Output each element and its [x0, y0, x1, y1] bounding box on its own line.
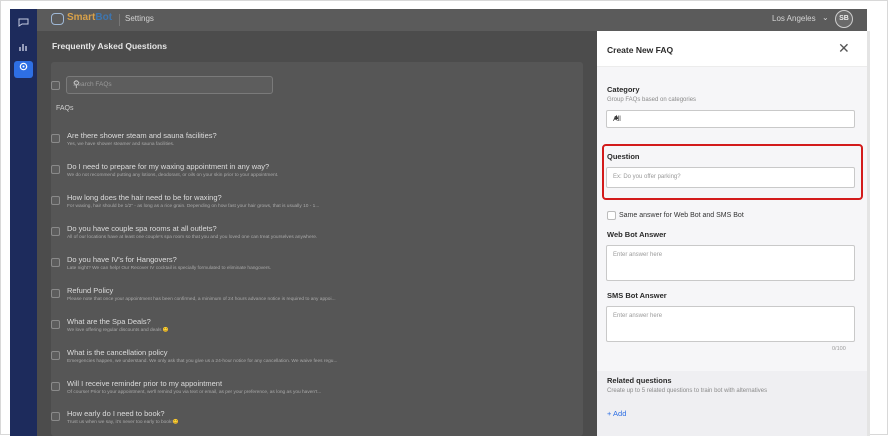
- faq-row[interactable]: How early do I need to book? Trust us wh…: [51, 405, 571, 436]
- faq-question: Are there shower steam and sauna facilit…: [67, 131, 217, 140]
- row-checkbox[interactable]: [51, 412, 60, 421]
- row-checkbox[interactable]: [51, 320, 60, 329]
- analytics-icon[interactable]: [16, 41, 31, 56]
- faq-answer: All of our locations have at least one c…: [67, 235, 318, 240]
- divider: [119, 14, 120, 26]
- panel-title: Create New FAQ: [607, 45, 674, 55]
- faq-answer: Yes, we have shower steamer and sauna fa…: [67, 142, 175, 147]
- faq-question: Do you have IV's for Hangovers?: [67, 255, 177, 264]
- add-related-button[interactable]: + Add: [607, 409, 626, 418]
- smartbot-logo-icon: [51, 13, 64, 25]
- settings-icon[interactable]: [14, 61, 33, 78]
- app-window: SmartBot Settings Los Angeles ⌄ SB Frequ…: [0, 0, 888, 436]
- panel-scrollbar[interactable]: [867, 31, 870, 436]
- faq-answer: Emergencies happen, we understand. We on…: [67, 359, 338, 364]
- create-faq-panel: Create New FAQ ✕ Category Group FAQs bas…: [597, 31, 867, 436]
- row-checkbox[interactable]: [51, 227, 60, 236]
- faq-row[interactable]: Are there shower steam and sauna facilit…: [51, 127, 571, 158]
- faq-answer: Late night? We can help! Our Recover IV …: [67, 266, 272, 271]
- related-label: Related questions: [607, 376, 672, 385]
- question-label: Question: [607, 152, 640, 161]
- app-logo[interactable]: SmartBot: [67, 12, 112, 23]
- row-checkbox[interactable]: [51, 351, 60, 360]
- faq-answer: Trust us when we say, it's never too ear…: [67, 420, 179, 425]
- row-checkbox[interactable]: [51, 196, 60, 205]
- faqs-column-header: FAQs: [56, 105, 74, 112]
- faq-answer: Please note that once your appointment h…: [67, 297, 336, 302]
- faq-question: How long does the hair need to be for wa…: [67, 193, 222, 202]
- breadcrumb: Settings: [125, 14, 154, 23]
- row-checkbox[interactable]: [51, 382, 60, 391]
- faq-question: How early do I need to book?: [67, 409, 165, 418]
- related-help: Create up to 5 related questions to trai…: [607, 388, 768, 394]
- question-input[interactable]: Ex: Do you offer parking?: [606, 167, 855, 188]
- same-answer-label: Same answer for Web Bot and SMS Bot: [619, 212, 744, 219]
- faq-answer: We do not recommend putting any lotions,…: [67, 173, 279, 178]
- same-answer-checkbox[interactable]: [607, 211, 616, 220]
- sms-char-counter: 0/100: [832, 346, 846, 352]
- panel-header: Create New FAQ ✕: [597, 31, 867, 67]
- faq-row[interactable]: What are the Spa Deals? We love offering…: [51, 313, 571, 344]
- search-icon[interactable]: ⚲: [73, 79, 266, 90]
- faq-answer: For waxing, hair should be 1/2" - as lon…: [67, 204, 320, 209]
- avatar[interactable]: SB: [835, 10, 853, 28]
- faq-answer: We love offering regular discounts and d…: [67, 328, 169, 333]
- faq-question: What are the Spa Deals?: [67, 317, 151, 326]
- web-answer-label: Web Bot Answer: [607, 230, 667, 239]
- faq-row[interactable]: Do I need to prepare for my waxing appoi…: [51, 158, 571, 189]
- faq-question: Do I need to prepare for my waxing appoi…: [67, 162, 270, 171]
- faq-row[interactable]: How long does the hair need to be for wa…: [51, 189, 571, 220]
- faq-row[interactable]: Refund Policy Please note that once your…: [51, 282, 571, 313]
- close-icon[interactable]: ✕: [838, 40, 850, 57]
- faq-question: What is the cancellation policy: [67, 348, 168, 357]
- page-title: Frequently Asked Questions: [52, 41, 167, 51]
- main-content: Frequently Asked Questions Search FAQs ⚲…: [37, 31, 597, 436]
- search-input[interactable]: Search FAQs ⚲: [66, 76, 273, 94]
- faq-row[interactable]: Will I receive reminder prior to my appo…: [51, 375, 571, 406]
- faq-row[interactable]: What is the cancellation policy Emergenc…: [51, 344, 571, 375]
- caret-up-icon: ▲: [613, 114, 620, 121]
- web-answer-textarea[interactable]: Enter answer here: [606, 245, 855, 281]
- faq-row[interactable]: Do you have IV's for Hangovers? Late nig…: [51, 251, 571, 282]
- chevron-down-icon[interactable]: ⌄: [822, 13, 829, 22]
- row-checkbox[interactable]: [51, 165, 60, 174]
- faq-question: Will I receive reminder prior to my appo…: [67, 379, 223, 388]
- location-selector[interactable]: Los Angeles: [772, 14, 816, 23]
- category-help: Group FAQs based on categories: [607, 97, 697, 103]
- top-bar: SmartBot Settings Los Angeles ⌄ SB: [37, 9, 867, 31]
- sms-answer-textarea[interactable]: Enter answer here: [606, 306, 855, 342]
- nav-rail: [10, 9, 37, 436]
- faq-question: Refund Policy: [67, 286, 114, 295]
- faq-answer: Of course! Prior to your appointment, we…: [67, 390, 322, 395]
- row-checkbox[interactable]: [51, 134, 60, 143]
- sms-answer-label: SMS Bot Answer: [607, 291, 667, 300]
- category-select[interactable]: All ▲: [606, 110, 855, 128]
- row-checkbox[interactable]: [51, 289, 60, 298]
- faq-question: Do you have couple spa rooms at all outl…: [67, 224, 217, 233]
- category-label: Category: [607, 85, 640, 94]
- select-all-checkbox[interactable]: [51, 81, 60, 90]
- row-checkbox[interactable]: [51, 258, 60, 267]
- chat-icon[interactable]: [16, 17, 31, 32]
- faq-row[interactable]: Do you have couple spa rooms at all outl…: [51, 220, 571, 251]
